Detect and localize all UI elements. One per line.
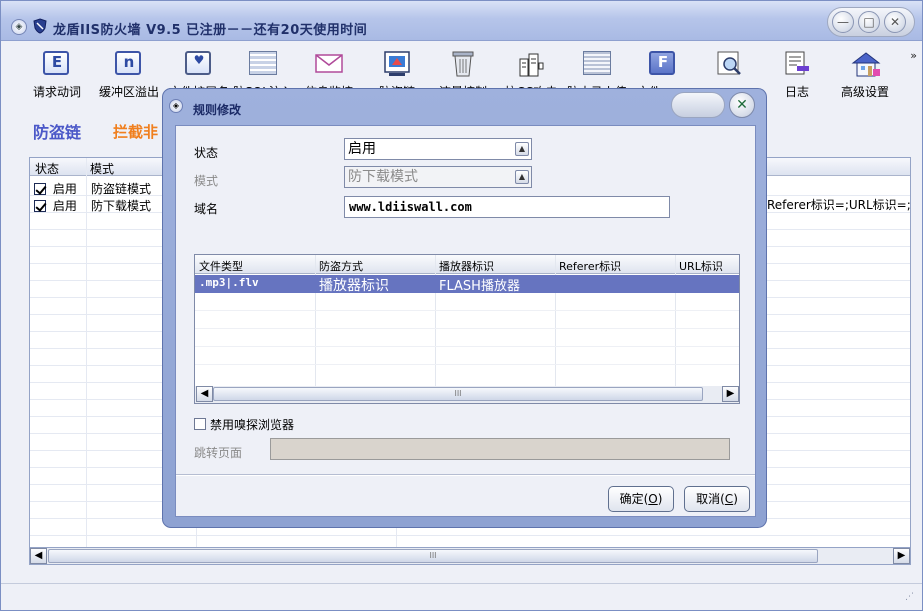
traffic-control-icon — [449, 51, 477, 77]
grid-row-divider — [195, 364, 739, 365]
system-menu-icon[interactable]: ◈ — [11, 19, 27, 35]
tool-log[interactable]: 日志 — [759, 45, 835, 101]
cancel-button-end: ) — [733, 492, 738, 506]
grid-column-referer[interactable]: Referer标识 — [559, 258, 621, 274]
status-select[interactable]: 启用 ▲ — [344, 138, 532, 160]
tool-label: 缓冲区溢出 — [98, 85, 159, 99]
cell-file-type: .mp3|.flv — [199, 276, 259, 289]
dialog-menu-icon[interactable]: ◈ — [169, 99, 183, 113]
horizontal-scrollbar[interactable]: ◀ III ▶ — [29, 547, 911, 565]
column-header-status[interactable]: 状态 — [35, 160, 59, 177]
dropdown-arrow-icon: ▲ — [515, 170, 529, 184]
toolbar-more-chevron-icon[interactable]: » — [910, 49, 917, 62]
ok-accelerator: O — [648, 492, 658, 506]
page-subtitle: 拦截非 — [113, 123, 159, 141]
column-divider — [86, 158, 87, 548]
status-select-value: 启用 — [348, 141, 376, 157]
row-divider — [30, 535, 910, 536]
file-extension-icon: ♥ — [185, 51, 213, 77]
dialog-title: 规则修改 — [193, 103, 242, 117]
tool-label: 请求动词 — [32, 85, 81, 99]
jump-page-input — [270, 438, 730, 460]
tool-buffer-overflow[interactable]: n 缓冲区溢出 — [91, 45, 167, 101]
grid-row-selected[interactable]: .mp3|.flv 播放器标识 FLASH播放器 — [195, 275, 739, 294]
cell-method: 播放器标识 — [319, 278, 389, 294]
column-header-mode[interactable]: 模式 — [90, 160, 114, 177]
grid-row-divider — [195, 346, 739, 347]
mode-select-value: 防下载模式 — [348, 169, 418, 185]
cell-player-id: FLASH播放器 — [439, 279, 520, 294]
dialog-controls — [671, 92, 725, 118]
tool-label: 高级设置 — [840, 85, 889, 99]
ok-button-label: 确定( — [619, 492, 649, 506]
domain-label: 域名 — [194, 202, 219, 216]
minimize-icon[interactable]: — — [832, 11, 854, 33]
dialog-close-icon[interactable]: ✕ — [729, 92, 755, 118]
grid-column-file-type[interactable]: 文件类型 — [199, 258, 243, 274]
tool-request-verb[interactable]: E 请求动词 — [19, 45, 95, 101]
grid-column-url[interactable]: URL标识 — [679, 258, 723, 274]
status-label: 状态 — [194, 146, 219, 160]
title-bar: ◈ 龙盾IIS防火墙 V9.5 已注册－－还有20天使用时间 — □ ✕ — [1, 1, 922, 41]
file-type-grid[interactable]: 文件类型 防盗方式 播放器标识 Referer标识 URL标识 .mp3|.fl… — [194, 254, 740, 404]
cancel-button-label: 取消( — [696, 492, 725, 506]
enabled-checkbox[interactable] — [34, 200, 46, 212]
list-item-status: 启用 — [52, 199, 77, 213]
list-item[interactable]: 启用 防下载模式 — [34, 197, 151, 213]
grid-horizontal-scrollbar[interactable]: ◀ III ▶ — [195, 386, 739, 403]
scroll-thumb[interactable]: III — [48, 549, 818, 563]
list-item-status: 启用 — [52, 182, 77, 196]
ok-button-end: ) — [657, 492, 663, 506]
page-title: 防盗链 — [33, 123, 82, 142]
cancel-button[interactable]: 取消(C) — [684, 486, 750, 512]
dialog-divider — [176, 474, 755, 476]
domain-input[interactable]: www.ldiiswall.com — [344, 196, 670, 218]
log-icon — [783, 51, 811, 77]
tool-advanced-settings[interactable]: 高级设置 — [827, 45, 903, 101]
maximize-icon[interactable]: □ — [858, 11, 880, 33]
grid-column-method[interactable]: 防盗方式 — [319, 258, 363, 274]
scroll-thumb[interactable]: III — [213, 387, 703, 401]
trojan-upload-icon — [583, 51, 611, 77]
scroll-left-icon[interactable]: ◀ — [196, 386, 213, 402]
enabled-checkbox[interactable] — [34, 183, 46, 195]
close-icon[interactable]: ✕ — [884, 11, 906, 33]
list-item[interactable]: 启用 防盗链模式 — [34, 180, 151, 196]
scroll-right-icon[interactable]: ▶ — [893, 548, 910, 564]
sql-injection-icon — [249, 51, 277, 77]
jump-page-label: 跳转页面 — [194, 446, 243, 460]
buffer-overflow-icon: n — [115, 51, 143, 77]
cancel-accelerator: C — [724, 492, 734, 506]
list-item-identifiers: Referer标识=;URL标识=; — [767, 198, 911, 212]
search-report-icon — [715, 51, 743, 77]
grid-row-divider — [195, 310, 739, 311]
mail-monitor-icon — [315, 51, 343, 77]
file-icon: F — [649, 51, 677, 77]
scroll-left-icon[interactable]: ◀ — [30, 548, 47, 564]
anti-cc-icon — [517, 51, 545, 77]
request-verb-icon: E — [43, 51, 71, 77]
shield-logo-icon — [33, 18, 47, 34]
tool-label: 日志 — [784, 85, 809, 99]
mode-label: 模式 — [194, 174, 219, 188]
hotlink-icon — [383, 51, 411, 77]
window-title: 龙盾IIS防火墙 V9.5 已注册－－还有20天使用时间 — [53, 23, 368, 38]
dialog-body: 状态 启用 ▲ 模式 防下载模式 ▲ 域名 www.ldiiswall.com … — [175, 125, 756, 517]
dropdown-arrow-icon[interactable]: ▲ — [515, 142, 529, 156]
sniff-checkbox[interactable] — [194, 418, 206, 430]
grid-column-player-id[interactable]: 播放器标识 — [439, 258, 494, 274]
sniff-label: 禁用嗅探浏览器 — [210, 418, 295, 432]
grid-row-divider — [195, 328, 739, 329]
status-bar: ⋰ — [1, 583, 922, 610]
rule-edit-dialog: ◈ 规则修改 ✕ 状态 启用 ▲ 模式 防下载模式 ▲ 域名 www.ldiis… — [162, 88, 767, 528]
mode-select: 防下载模式 ▲ — [344, 166, 532, 188]
house-settings-icon — [851, 51, 881, 77]
dialog-title-bar: ◈ 规则修改 ✕ — [163, 89, 766, 121]
resize-grip-icon[interactable]: ⋰ — [905, 592, 914, 602]
scroll-right-icon[interactable]: ▶ — [722, 386, 739, 402]
grid-header: 文件类型 防盗方式 播放器标识 Referer标识 URL标识 — [195, 255, 739, 274]
ok-button[interactable]: 确定(O) — [608, 486, 674, 512]
